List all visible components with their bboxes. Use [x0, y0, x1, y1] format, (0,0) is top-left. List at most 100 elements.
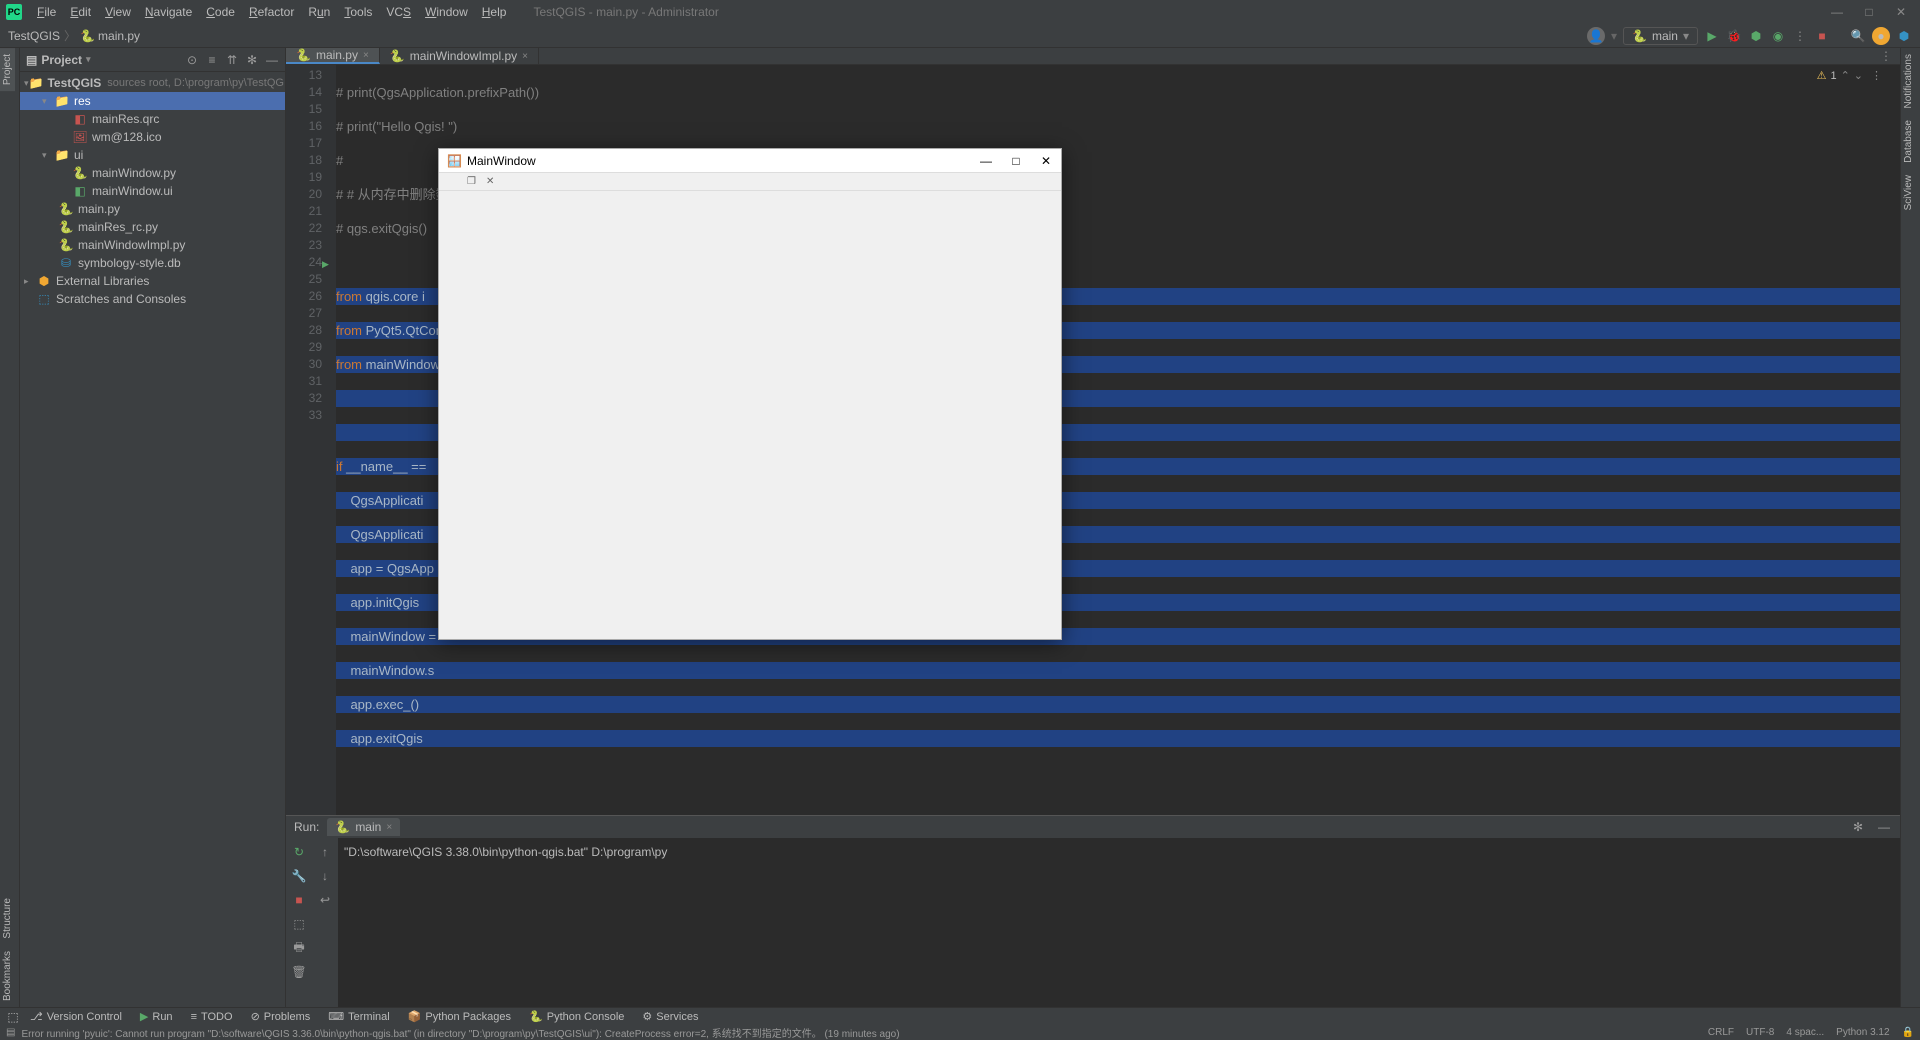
- bottom-run[interactable]: ▶Run: [132, 1010, 181, 1023]
- status-message[interactable]: Error running 'pyuic': Cannot run progra…: [21, 1025, 899, 1040]
- file-encoding[interactable]: UTF-8: [1746, 1027, 1774, 1038]
- tree-file-mainwindow-py[interactable]: 🐍 mainWindow.py: [20, 164, 285, 182]
- menu-window[interactable]: Window: [418, 5, 475, 19]
- popup-mainwindow[interactable]: 🪟 MainWindow — □ ✕ ❐ ✕: [438, 148, 1062, 640]
- tree-folder-ui[interactable]: ▾📁 ui: [20, 146, 285, 164]
- project-tree[interactable]: ▾📁 TestQGIS sources root, D:\program\py\…: [20, 72, 285, 1007]
- bottom-services[interactable]: ⚙Services: [634, 1010, 706, 1023]
- menu-code[interactable]: Code: [199, 5, 242, 19]
- up-icon[interactable]: ↑: [317, 844, 333, 860]
- ide-updates-icon[interactable]: ⬢: [1896, 28, 1912, 44]
- tree-file-symbology[interactable]: ⛁ symbology-style.db: [20, 254, 285, 272]
- stop-button-icon[interactable]: ■: [1814, 28, 1830, 44]
- tree-file-mainres[interactable]: ◧ mainRes.qrc: [20, 110, 285, 128]
- stop-icon[interactable]: ■: [291, 892, 307, 908]
- lock-icon[interactable]: 🔒: [1902, 1027, 1914, 1038]
- popup-body[interactable]: [439, 191, 1061, 639]
- tree-folder-res[interactable]: ▾📁 res: [20, 92, 285, 110]
- delete-icon[interactable]: 🗑: [291, 964, 307, 980]
- tree-scratches[interactable]: ⬚ Scratches and Consoles: [20, 290, 285, 308]
- tool-database-tab[interactable]: Database: [1901, 114, 1916, 169]
- minimize-icon[interactable]: —: [1830, 5, 1844, 19]
- tool-structure-tab[interactable]: Structure: [0, 892, 15, 945]
- tool-sciview-tab[interactable]: SciView: [1901, 169, 1916, 216]
- menu-file[interactable]: File: [30, 5, 63, 19]
- menu-help[interactable]: Help: [475, 5, 514, 19]
- maximize-icon[interactable]: □: [1862, 5, 1876, 19]
- run-gutter-icon[interactable]: ▶: [322, 259, 329, 270]
- tool-project-tab[interactable]: Project: [0, 48, 15, 91]
- cwm-avatar-icon[interactable]: ●: [1872, 27, 1890, 45]
- close-tab-icon[interactable]: ×: [522, 51, 528, 62]
- select-opened-file-icon[interactable]: ⊙: [185, 53, 199, 67]
- popup-titlebar[interactable]: 🪟 MainWindow — □ ✕: [439, 149, 1061, 173]
- inspection-badge[interactable]: ⚠ 1 ⌃ ⌄ ⋮: [1817, 69, 1882, 82]
- close-tab-icon[interactable]: ×: [386, 822, 392, 833]
- menu-run[interactable]: Run: [301, 5, 337, 19]
- python-file-icon: 🐍: [72, 166, 88, 180]
- run-settings-icon[interactable]: ✻: [1850, 819, 1866, 835]
- bottom-python-packages[interactable]: 📦Python Packages: [400, 1010, 519, 1023]
- tree-root[interactable]: ▾📁 TestQGIS sources root, D:\program\py\…: [20, 74, 285, 92]
- tree-file-mainwindowimpl[interactable]: 🐍 mainWindowImpl.py: [20, 236, 285, 254]
- hide-panel-icon[interactable]: —: [265, 53, 279, 67]
- tree-file-ico[interactable]: 🖼 wm@128.ico: [20, 128, 285, 146]
- hide-run-icon[interactable]: —: [1876, 819, 1892, 835]
- settings-icon[interactable]: ✻: [245, 53, 259, 67]
- down-icon[interactable]: ↓: [317, 868, 333, 884]
- editor-tab-options-icon[interactable]: ⋮: [1872, 48, 1900, 64]
- tree-file-mainres-rc[interactable]: 🐍 mainRes_rc.py: [20, 218, 285, 236]
- soft-wrap-icon[interactable]: ↩: [317, 892, 333, 908]
- tree-file-mainwindow-ui[interactable]: ◧ mainWindow.ui: [20, 182, 285, 200]
- bottom-python-console[interactable]: 🐍Python Console: [521, 1010, 632, 1023]
- run-console[interactable]: "D:\software\QGIS 3.38.0\bin\python-qgis…: [338, 838, 1900, 1007]
- rerun-icon[interactable]: ↻: [291, 844, 307, 860]
- editor-tab-impl[interactable]: 🐍 mainWindowImpl.py ×: [380, 48, 539, 64]
- interpreter[interactable]: Python 3.12: [1836, 1027, 1889, 1038]
- run-tab[interactable]: 🐍 main ×: [327, 818, 400, 836]
- print-icon[interactable]: 🖶: [291, 940, 307, 956]
- tree-external-libs[interactable]: ▸⬢ External Libraries: [20, 272, 285, 290]
- layout-icon[interactable]: ⬚: [291, 916, 307, 932]
- close-icon[interactable]: ✕: [1894, 5, 1908, 19]
- popup-restore-icon[interactable]: ❐: [467, 176, 476, 187]
- profile-icon[interactable]: ◉: [1770, 28, 1786, 44]
- crumb-project[interactable]: TestQGIS: [8, 29, 60, 43]
- line-separator[interactable]: CRLF: [1708, 1027, 1734, 1038]
- popup-minimize-icon[interactable]: —: [979, 154, 993, 168]
- more-actions-icon[interactable]: ⋮: [1792, 28, 1808, 44]
- menu-view[interactable]: View: [98, 5, 138, 19]
- bottom-terminal[interactable]: ⌨Terminal: [320, 1010, 397, 1023]
- search-icon[interactable]: 🔍: [1850, 28, 1866, 44]
- event-log-icon[interactable]: ▤: [6, 1027, 15, 1038]
- menu-navigate[interactable]: Navigate: [138, 5, 199, 19]
- bottom-todo[interactable]: ≡TODO: [183, 1011, 241, 1023]
- menu-edit[interactable]: Edit: [63, 5, 98, 19]
- wrench-icon[interactable]: 🔧: [291, 868, 307, 884]
- popup-close-icon[interactable]: ✕: [1039, 154, 1053, 168]
- coverage-icon[interactable]: ⬢: [1748, 28, 1764, 44]
- menu-tools[interactable]: Tools: [337, 5, 379, 19]
- tool-bookmarks-tab[interactable]: Bookmarks: [0, 945, 15, 1007]
- editor-tab-main[interactable]: 🐍 main.py ×: [286, 48, 380, 64]
- collapse-all-icon[interactable]: ⇈: [225, 53, 239, 67]
- run-button-icon[interactable]: ▶: [1704, 28, 1720, 44]
- expand-all-icon[interactable]: ≡: [205, 53, 219, 67]
- tool-notifications-tab[interactable]: Notifications: [1901, 48, 1916, 114]
- project-panel-title[interactable]: ▤ Project ▾: [26, 53, 91, 67]
- bottom-version-control[interactable]: ⎇Version Control: [22, 1010, 130, 1023]
- user-avatar-icon[interactable]: 👤: [1587, 27, 1605, 45]
- indent-config[interactable]: 4 spac...: [1786, 1027, 1824, 1038]
- popup-tool-close-icon[interactable]: ✕: [486, 176, 494, 187]
- tool-windows-icon[interactable]: ⬚: [6, 1010, 20, 1024]
- menu-vcs[interactable]: VCS: [379, 5, 418, 19]
- debug-button-icon[interactable]: 🐞: [1726, 28, 1742, 44]
- bottom-problems[interactable]: ⊘Problems: [243, 1010, 319, 1023]
- run-config-selector[interactable]: 🐍 main ▾: [1623, 27, 1698, 45]
- popup-maximize-icon[interactable]: □: [1009, 154, 1023, 168]
- tree-file-main-py[interactable]: 🐍 main.py: [20, 200, 285, 218]
- close-tab-icon[interactable]: ×: [363, 50, 369, 61]
- menu-refactor[interactable]: Refactor: [242, 5, 301, 19]
- db-file-icon: ⛁: [58, 256, 74, 270]
- crumb-file[interactable]: main.py: [98, 29, 140, 43]
